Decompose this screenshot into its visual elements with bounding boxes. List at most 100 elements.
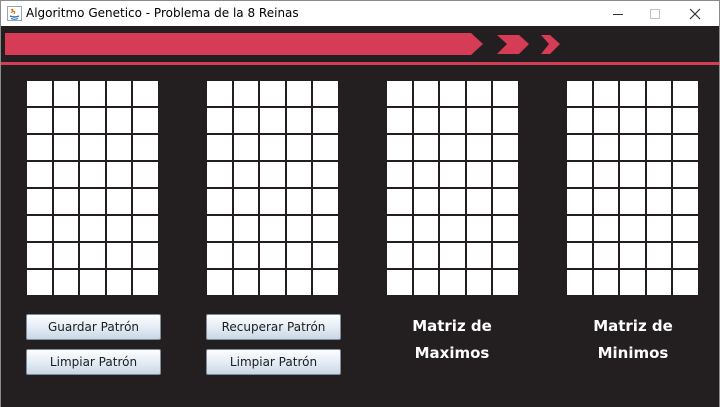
- grid-cell[interactable]: [440, 216, 465, 241]
- grid-cell[interactable]: [106, 216, 132, 241]
- grid-cell[interactable]: [387, 135, 412, 160]
- grid-cell[interactable]: [466, 216, 492, 241]
- grid-cell[interactable]: [673, 189, 698, 214]
- grid-cell[interactable]: [286, 108, 312, 133]
- maximize-button[interactable]: [635, 1, 675, 26]
- grid-cell[interactable]: [646, 135, 672, 160]
- grid-cell[interactable]: [286, 162, 312, 187]
- grid-cell[interactable]: [593, 108, 619, 133]
- grid-cell[interactable]: [53, 189, 79, 214]
- grid-cell[interactable]: [313, 81, 338, 106]
- grid-cell[interactable]: [413, 162, 439, 187]
- grid-cell[interactable]: [493, 135, 518, 160]
- grid-cell[interactable]: [413, 135, 439, 160]
- grid-cell[interactable]: [313, 243, 338, 268]
- grid-cell[interactable]: [673, 243, 698, 268]
- grid-cell[interactable]: [493, 270, 518, 295]
- grid-cell[interactable]: [207, 135, 232, 160]
- grid-cell[interactable]: [466, 108, 492, 133]
- grid-cell[interactable]: [493, 189, 518, 214]
- limpiar-patron-button-2[interactable]: Limpiar Patrón: [206, 349, 341, 375]
- grid-cell[interactable]: [567, 216, 592, 241]
- grid-cell[interactable]: [593, 243, 619, 268]
- grid-cell[interactable]: [53, 270, 79, 295]
- grid-cell[interactable]: [207, 189, 232, 214]
- grid-cell[interactable]: [286, 189, 312, 214]
- minimize-button[interactable]: [598, 1, 638, 26]
- grid-cell[interactable]: [260, 108, 285, 133]
- grid-cell[interactable]: [466, 270, 492, 295]
- grid-cell[interactable]: [620, 162, 645, 187]
- grid-cell[interactable]: [440, 189, 465, 214]
- grid-cell[interactable]: [387, 243, 412, 268]
- grid-cell[interactable]: [27, 270, 52, 295]
- grid-cell[interactable]: [27, 216, 52, 241]
- grid-cell[interactable]: [53, 135, 79, 160]
- grid-cell[interactable]: [493, 108, 518, 133]
- grid-cell[interactable]: [387, 216, 412, 241]
- grid-cell[interactable]: [53, 81, 79, 106]
- grid-cell[interactable]: [207, 108, 232, 133]
- grid-cell[interactable]: [413, 243, 439, 268]
- grid-cell[interactable]: [53, 162, 79, 187]
- grid-cell[interactable]: [80, 189, 105, 214]
- grid-cell[interactable]: [387, 189, 412, 214]
- grid-cell[interactable]: [313, 135, 338, 160]
- grid-cell[interactable]: [567, 243, 592, 268]
- grid-cell[interactable]: [466, 189, 492, 214]
- grid-cell[interactable]: [53, 243, 79, 268]
- grid-cell[interactable]: [646, 270, 672, 295]
- recuperar-patron-button[interactable]: Recuperar Patrón: [206, 314, 341, 340]
- grid-cell[interactable]: [27, 162, 52, 187]
- grid-cell[interactable]: [646, 162, 672, 187]
- grid-cell[interactable]: [493, 81, 518, 106]
- grid-cell[interactable]: [673, 108, 698, 133]
- grid-cell[interactable]: [313, 162, 338, 187]
- grid-cell[interactable]: [440, 135, 465, 160]
- grid-cell[interactable]: [493, 216, 518, 241]
- grid-cell[interactable]: [106, 243, 132, 268]
- grid-cell[interactable]: [260, 135, 285, 160]
- grid-cell[interactable]: [233, 162, 259, 187]
- grid-cell[interactable]: [646, 108, 672, 133]
- grid-cell[interactable]: [233, 189, 259, 214]
- grid-cell[interactable]: [133, 81, 158, 106]
- grid-cell[interactable]: [593, 216, 619, 241]
- grid-cell[interactable]: [673, 270, 698, 295]
- grid-cell[interactable]: [80, 216, 105, 241]
- grid-cell[interactable]: [80, 162, 105, 187]
- grid-cell[interactable]: [646, 243, 672, 268]
- grid-cell[interactable]: [80, 135, 105, 160]
- java-icon[interactable]: [7, 6, 22, 21]
- grid-cell[interactable]: [567, 135, 592, 160]
- grid-cell[interactable]: [646, 216, 672, 241]
- grid-cell[interactable]: [207, 243, 232, 268]
- grid-cell[interactable]: [207, 162, 232, 187]
- grid-cell[interactable]: [466, 135, 492, 160]
- grid-cell[interactable]: [413, 189, 439, 214]
- grid-cell[interactable]: [440, 243, 465, 268]
- guardar-patron-button[interactable]: Guardar Patrón: [26, 314, 161, 340]
- grid-cell[interactable]: [646, 189, 672, 214]
- grid-cell[interactable]: [440, 270, 465, 295]
- grid-cell[interactable]: [207, 216, 232, 241]
- grid-cell[interactable]: [493, 162, 518, 187]
- grid-cell[interactable]: [260, 162, 285, 187]
- grid-cell[interactable]: [413, 270, 439, 295]
- grid-cell[interactable]: [233, 108, 259, 133]
- grid-cell[interactable]: [106, 162, 132, 187]
- grid-cell[interactable]: [620, 189, 645, 214]
- close-button[interactable]: [675, 1, 715, 26]
- grid-cell[interactable]: [413, 108, 439, 133]
- grid-cell[interactable]: [106, 135, 132, 160]
- grid-cell[interactable]: [133, 189, 158, 214]
- grid-cell[interactable]: [313, 216, 338, 241]
- grid-cell[interactable]: [233, 243, 259, 268]
- grid-cell[interactable]: [313, 270, 338, 295]
- grid-cell[interactable]: [387, 270, 412, 295]
- grid-cell[interactable]: [413, 81, 439, 106]
- grid-cell[interactable]: [106, 189, 132, 214]
- grid-cell[interactable]: [106, 81, 132, 106]
- grid-cell[interactable]: [27, 108, 52, 133]
- grid-cell[interactable]: [207, 81, 232, 106]
